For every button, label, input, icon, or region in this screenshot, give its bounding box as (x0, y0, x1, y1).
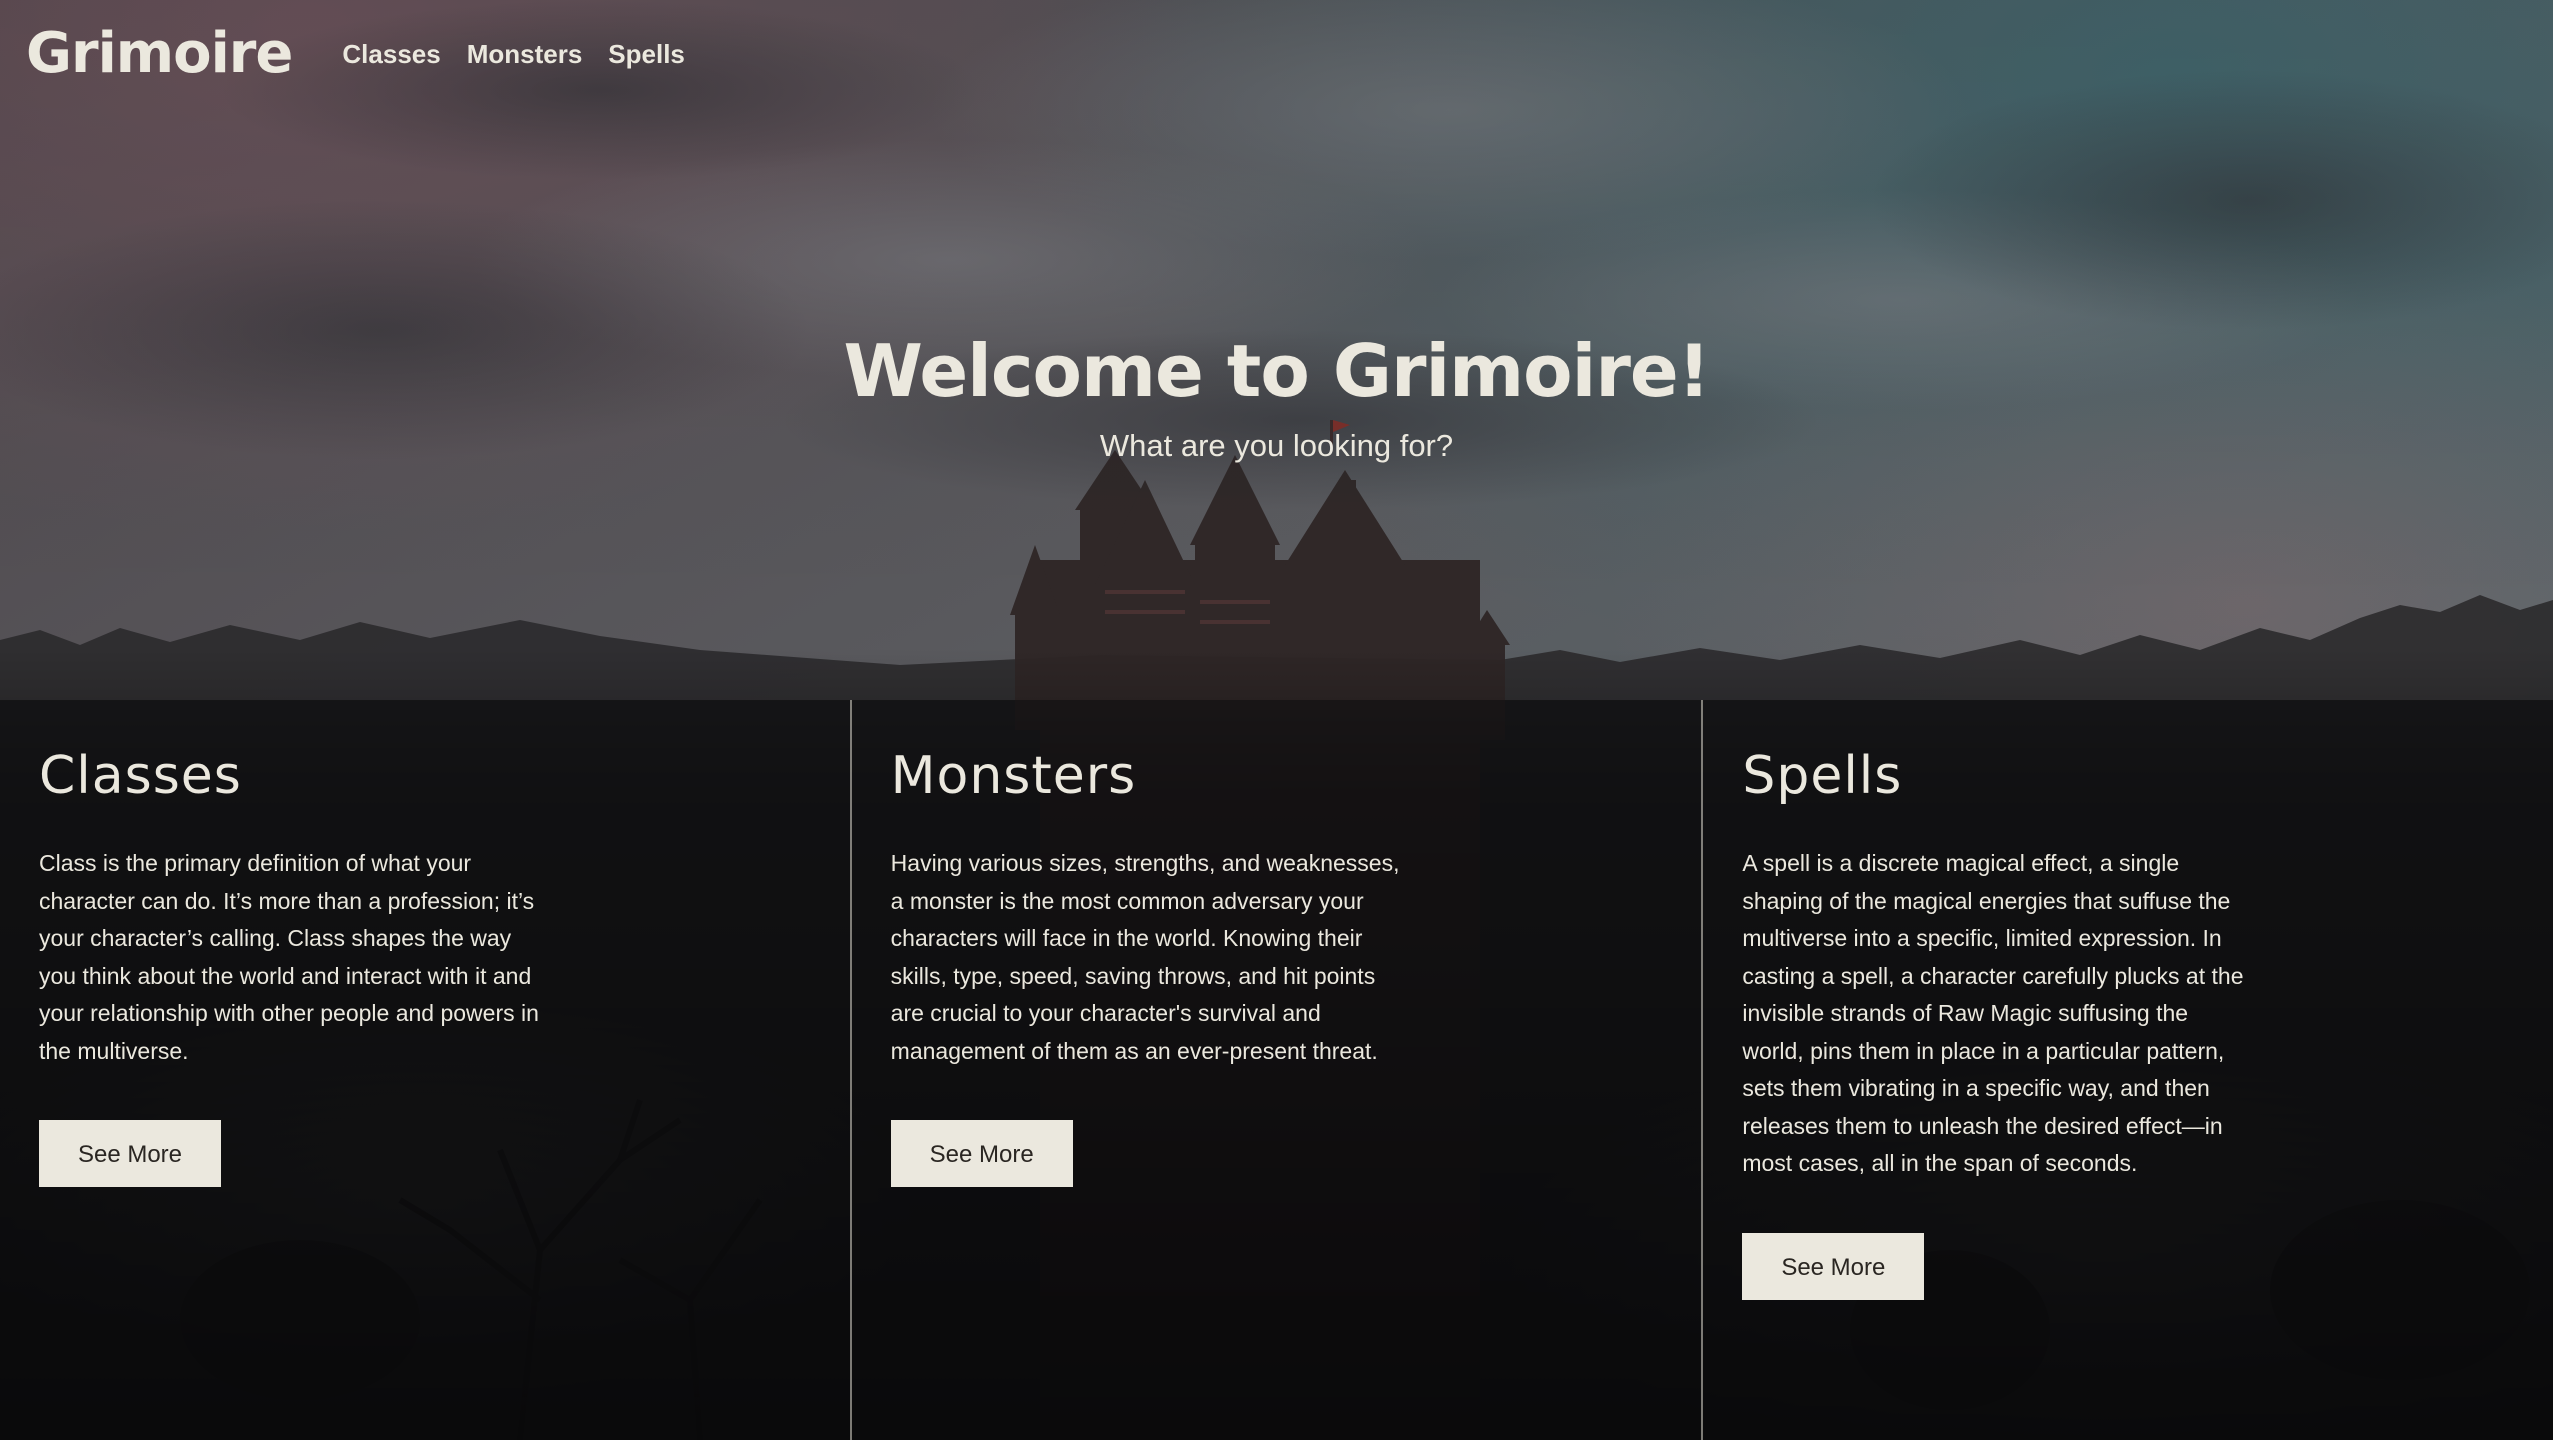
card-monsters: Monsters Having various sizes, strengths… (849, 700, 1702, 1440)
site-header: Grimoire Classes Monsters Spells (26, 14, 711, 94)
card-description: A spell is a discrete magical effect, a … (1742, 850, 2244, 1177)
site-logo[interactable]: Grimoire (26, 26, 293, 82)
nav-link-monsters[interactable]: Monsters (467, 41, 583, 67)
card-title: Classes (39, 746, 242, 806)
nav-link-spells[interactable]: Spells (608, 41, 685, 67)
card-spells: Spells A spell is a discrete magical eff… (1701, 700, 2553, 1440)
category-cards: Classes Class is the primary definition … (0, 700, 2553, 1440)
see-more-monsters-button[interactable]: See More (890, 1120, 1073, 1188)
see-more-classes-button[interactable]: See More (39, 1120, 221, 1188)
see-more-spells-button[interactable]: See More (1742, 1232, 1925, 1300)
main-nav: Classes Monsters Spells (342, 41, 710, 67)
hero-title: Welcome to Grimoire! (843, 329, 1710, 413)
hero: Welcome to Grimoire! What are you lookin… (0, 330, 2553, 464)
hero-subtitle: What are you looking for? (1099, 427, 1454, 463)
page: Grimoire Classes Monsters Spells Welcome… (0, 0, 2553, 1440)
nav-link-classes[interactable]: Classes (342, 41, 440, 67)
card-classes: Classes Class is the primary definition … (0, 700, 850, 1440)
card-title: Spells (1742, 746, 1903, 806)
card-title: Monsters (890, 746, 1137, 806)
card-description: Class is the primary definition of what … (39, 850, 539, 1064)
card-description: Having various sizes, strengths, and wea… (890, 850, 1400, 1064)
